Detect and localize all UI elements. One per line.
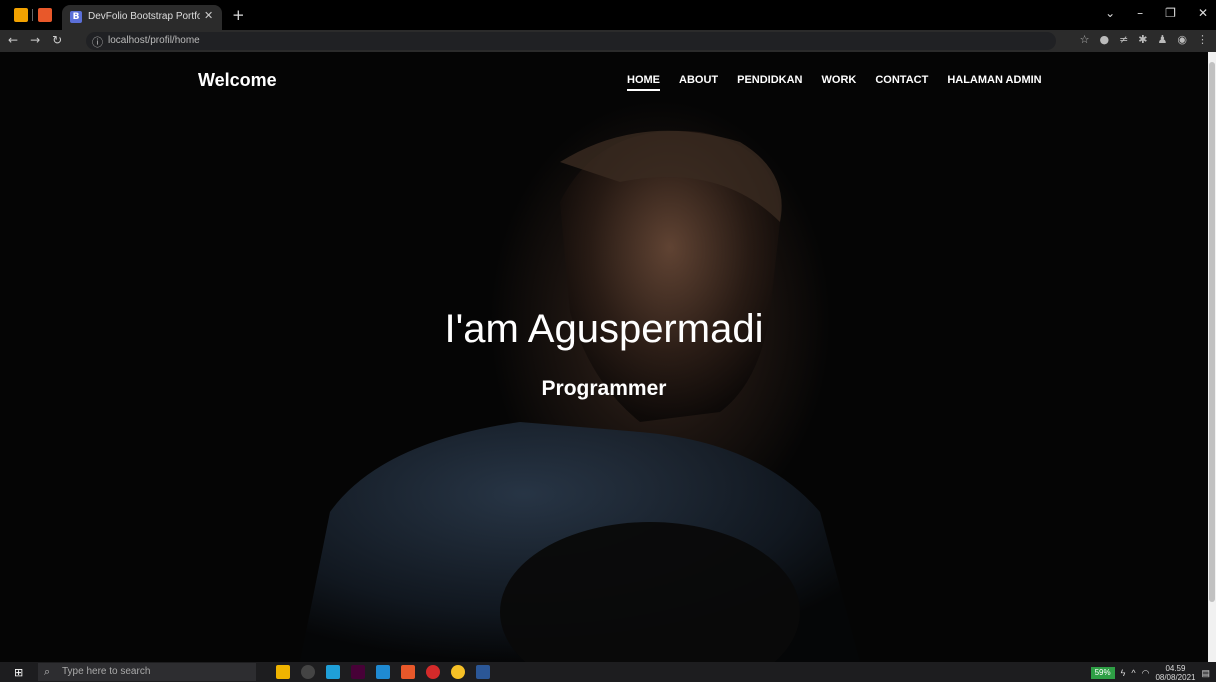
page-viewport: Welcome HOME ABOUT PENDIDKAN WORK CONTAC…	[0, 52, 1208, 662]
windows-start-icon[interactable]: ⊞	[14, 666, 23, 679]
chevron-up-icon[interactable]: ^	[1131, 668, 1135, 678]
system-tray: 59% ϟ ^ ◠ 04.59 08/08/2021 ▤	[1090, 664, 1210, 682]
restore-icon[interactable]: ❐	[1165, 6, 1176, 20]
extension-icon[interactable]: ≠	[1119, 33, 1128, 46]
taskbar-search[interactable]: ⌕ Type here to search	[38, 663, 256, 681]
wifi-icon[interactable]: ◠	[1142, 668, 1150, 679]
word-icon[interactable]	[476, 665, 490, 679]
hero-title: I'am Aguspermadi	[444, 307, 764, 351]
nav-item-contact[interactable]: CONTACT	[875, 74, 928, 86]
minimize-icon[interactable]: –	[1137, 6, 1143, 20]
windows-taskbar: ⊞ ⌕ Type here to search 59% ϟ ^ ◠ 04.59 …	[0, 662, 1216, 682]
close-tab-icon[interactable]: ✕	[204, 9, 213, 22]
file-explorer-icon[interactable]	[276, 665, 290, 679]
toolbar-icons: ☆ ● ≠ ✱ ♟ ◉ ⋮	[1080, 33, 1208, 46]
clock-time: 04.59	[1165, 664, 1186, 673]
search-placeholder: Type here to search	[62, 666, 151, 677]
page-scrollbar[interactable]	[1208, 52, 1216, 662]
url-text: localhost/profil/home	[108, 35, 200, 46]
profile-icon[interactable]: ♟	[1158, 33, 1168, 46]
forward-icon[interactable]: →	[30, 33, 40, 47]
nav-item-home[interactable]: HOME	[627, 74, 660, 91]
taskbar-apps	[276, 665, 490, 679]
record-icon[interactable]	[426, 665, 440, 679]
main-navigation: HOME ABOUT PENDIDKAN WORK CONTACT HALAMA…	[627, 74, 1042, 91]
hero-subtitle: Programmer	[541, 377, 667, 400]
chrome-icon[interactable]	[451, 665, 465, 679]
site-brand[interactable]: Welcome	[198, 70, 277, 91]
app-l-icon[interactable]	[326, 665, 340, 679]
close-window-icon[interactable]: ✕	[1198, 6, 1208, 20]
search-icon: ⌕	[44, 665, 51, 678]
clock-date: 08/08/2021	[1155, 673, 1196, 682]
system-clock[interactable]: 04.59 08/08/2021	[1155, 664, 1195, 682]
chevron-down-icon[interactable]: ⌄	[1105, 6, 1115, 20]
avatar[interactable]: ◉	[1177, 33, 1187, 46]
nav-item-halaman-admin[interactable]: HALAMAN ADMIN	[947, 74, 1041, 86]
bootstrap-favicon-icon: B	[70, 11, 82, 23]
xampp-icon[interactable]	[401, 665, 415, 679]
pinned-tab-icon[interactable]	[38, 8, 52, 22]
notification-icon[interactable]: ▤	[1201, 668, 1210, 679]
reload-icon[interactable]: ↻	[52, 33, 62, 47]
battery-indicator[interactable]: 59%	[1090, 667, 1115, 679]
new-tab-icon[interactable]: +	[232, 6, 245, 24]
nav-item-about[interactable]: ABOUT	[679, 74, 718, 86]
browser-toolbar: ← → ↻ ⓘ localhost/profil/home ☆ ● ≠ ✱ ♟ …	[0, 30, 1216, 52]
bookmark-star-icon[interactable]: ☆	[1080, 33, 1090, 46]
active-tab[interactable]: B DevFolio Bootstrap Portfolio Tem ✕	[62, 5, 222, 30]
vscode-icon[interactable]	[376, 665, 390, 679]
extension-icon[interactable]: ●	[1099, 33, 1109, 46]
menu-icon[interactable]: ⋮	[1197, 33, 1208, 46]
nav-item-work[interactable]: WORK	[822, 74, 857, 86]
back-icon[interactable]: ←	[8, 33, 18, 47]
tab-separator	[32, 9, 33, 21]
obs-icon[interactable]	[301, 665, 315, 679]
hero-background-image	[300, 130, 860, 662]
pinned-tab-icon[interactable]	[14, 8, 28, 22]
puzzle-icon[interactable]: ✱	[1138, 33, 1147, 46]
battery-icon[interactable]: ϟ	[1121, 668, 1126, 678]
browser-tab-strip: B DevFolio Bootstrap Portfolio Tem ✕ + ⌄…	[0, 0, 1216, 30]
window-controls: ⌄ – ❐ ✕	[1105, 6, 1208, 20]
nav-item-pendidkan[interactable]: PENDIDKAN	[737, 74, 802, 86]
adobe-xd-icon[interactable]	[351, 665, 365, 679]
address-bar[interactable]: ⓘ localhost/profil/home	[86, 32, 1056, 50]
info-icon[interactable]: ⓘ	[92, 34, 103, 50]
tab-title: DevFolio Bootstrap Portfolio Tem	[88, 11, 200, 22]
scrollbar-thumb[interactable]	[1209, 62, 1215, 602]
navigation-buttons: ← → ↻	[8, 33, 62, 47]
